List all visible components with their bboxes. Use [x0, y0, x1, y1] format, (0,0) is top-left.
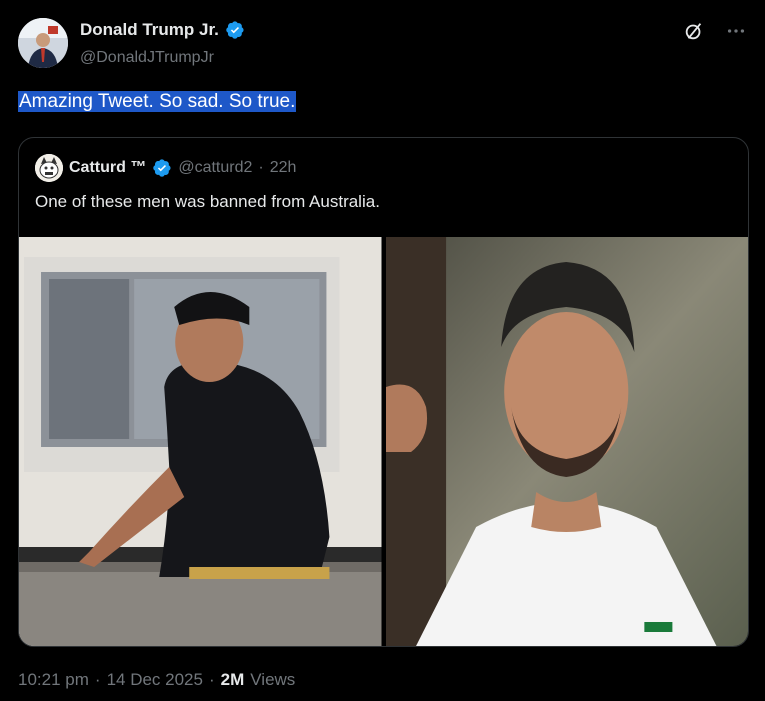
grok-icon[interactable] — [683, 20, 705, 42]
quoted-separator: · — [258, 159, 264, 176]
quoted-handle[interactable]: @catturd2 — [178, 159, 252, 177]
footer-separator: · — [94, 670, 101, 689]
quoted-image-right[interactable] — [385, 237, 748, 646]
tweet-time[interactable]: 10:21 pm — [18, 670, 89, 690]
quoted-image-left[interactable] — [19, 237, 382, 646]
footer-separator: · — [208, 670, 215, 689]
tweet-actions — [683, 20, 747, 42]
views-count[interactable]: 2M — [221, 670, 245, 690]
tweet-footer: 10:21 pm · 14 Dec 2025 · 2M Views — [18, 670, 295, 690]
quoted-avatar[interactable] — [35, 154, 63, 182]
quoted-text: One of these men was banned from Austral… — [35, 192, 380, 211]
author-name[interactable]: Donald Trump Jr. — [80, 20, 219, 40]
quoted-media — [19, 237, 748, 646]
quoted-time[interactable]: 22h — [270, 159, 297, 177]
views-label: Views — [250, 670, 296, 689]
verified-badge-icon — [226, 21, 244, 39]
tweet-text: Amazing Tweet. So sad. So true. — [18, 91, 297, 113]
author-name-row: Donald Trump Jr. — [80, 20, 245, 40]
tweet-date[interactable]: 14 Dec 2025 — [107, 670, 203, 690]
quoted-verified-badge-icon — [153, 159, 171, 177]
author-handle[interactable]: @DonaldJTrumpJr — [80, 49, 214, 67]
quoted-tweet[interactable]: Catturd ™ @catturd2 · 22h One of these m… — [18, 137, 749, 647]
tweet-text-content: Amazing Tweet. So sad. So true. — [18, 91, 297, 112]
more-icon[interactable] — [725, 20, 747, 42]
author-avatar[interactable] — [18, 18, 68, 68]
quoted-name[interactable]: Catturd ™ — [69, 159, 146, 177]
quoted-header: Catturd ™ @catturd2 · 22h — [35, 154, 296, 182]
